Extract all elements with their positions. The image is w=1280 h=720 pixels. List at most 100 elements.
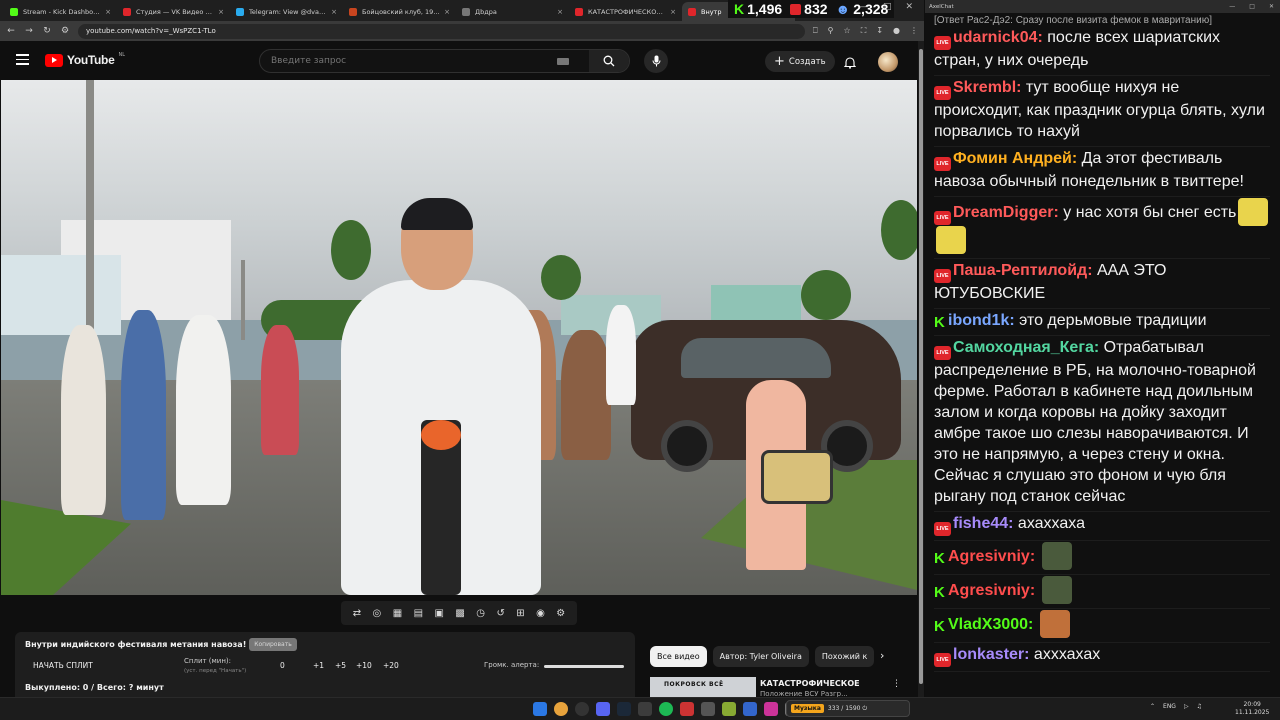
spotify-icon[interactable] [659,702,673,716]
chevron-right-icon[interactable]: › [880,649,884,662]
keyboard-icon[interactable] [557,57,569,65]
chat-message[interactable]: K VladX3000: [934,609,1270,643]
chat-username[interactable]: Самоходная_Кега: [953,339,1099,356]
browser-tab[interactable]: Telegram: View @dvachannel × [230,2,343,21]
tab-close-icon[interactable]: × [218,8,224,16]
video-player[interactable] [1,80,917,595]
search-button[interactable] [589,50,629,72]
chat-message[interactable]: LIVE Фомин Андрей: Да этот фестиваль наво… [934,147,1270,197]
account-avatar[interactable] [878,52,898,72]
zoom-icon[interactable]: ⚲ [828,26,834,36]
extensions-icon[interactable]: ⛶ [861,26,867,36]
extension-icon[interactable]: ⚙ [60,26,70,36]
increment-button[interactable]: +5 [335,661,346,670]
app-icon[interactable] [764,702,778,716]
create-button[interactable]: + Создать [765,51,835,72]
alert-volume-slider[interactable] [544,665,624,668]
speed-icon[interactable]: ◷ [476,608,485,619]
app-icon[interactable] [743,702,757,716]
chat-message[interactable]: K Agresivniy: [934,541,1270,575]
tab-close-icon[interactable]: × [444,8,450,16]
obs-icon[interactable] [575,702,589,716]
chat-message[interactable]: LIVE fishe44: ахаххаха [934,512,1270,541]
tab-close-icon[interactable]: × [105,8,111,16]
app-icon[interactable] [680,702,694,716]
add-frame-icon[interactable]: ⊞ [516,608,524,619]
chip-author[interactable]: Автор: Tyler Oliveira [712,645,809,667]
tab-close-icon[interactable]: × [331,8,337,16]
maximize-icon[interactable]: □ [883,2,892,12]
start-split-button[interactable]: НАЧАТЬ СПЛИТ [33,661,93,670]
chrome-icon[interactable] [554,702,568,716]
screenshot-camera-icon[interactable]: ◉ [536,608,545,619]
chevron-up-icon[interactable]: ⌃ [1150,703,1155,710]
picture-in-picture-icon[interactable]: ▣ [435,608,444,619]
menu-icon[interactable]: ⋮ [910,26,918,36]
recommended-thumbnail[interactable]: ПОКРОВСК ВСЁ [650,677,756,697]
close-icon[interactable]: ✕ [906,2,914,12]
youtube-logo[interactable]: YouTube NL [45,52,125,67]
chat-message[interactable]: LIVE lonkaster: ахххахах [934,643,1270,672]
download-icon[interactable]: ↧ [876,26,883,36]
maximize-icon[interactable]: □ [1249,3,1255,10]
chat-username[interactable]: Agresivniy: [948,582,1035,599]
chip-similar[interactable]: Похожий к [814,645,875,667]
copy-button[interactable]: Копировать [249,638,297,651]
app-icon[interactable] [701,702,715,716]
volume-icon[interactable]: ♫ [1197,703,1202,710]
chat-message[interactable]: LIVE DreamDigger: у нас хотя бы снег есть [934,197,1270,259]
chat-username[interactable]: ibond1k: [948,312,1015,329]
start-icon[interactable] [533,702,547,716]
increment-button[interactable]: +10 [356,661,372,670]
chat-message[interactable]: Kibond1k: это дерьмовые традиции [934,309,1270,336]
bookmark-star-icon[interactable]: ☆ [844,26,851,36]
chat-username[interactable]: fishe44: [953,515,1013,532]
layout-icon[interactable]: ▩ [455,608,464,619]
notifications-bell-icon[interactable] [843,54,857,73]
broadcast-icon[interactable]: ◎ [373,608,382,619]
browser-tab[interactable]: КАТАСТРОФИЧЕСКОЕ Пора × [569,2,682,21]
files-icon[interactable] [638,702,652,716]
profile-icon[interactable]: ● [893,26,900,36]
tab-close-icon[interactable]: × [557,8,563,16]
browser-tab[interactable]: Дbдра × [456,2,569,21]
minimize-icon[interactable]: — [1229,3,1235,10]
forward-icon[interactable]: → [24,26,34,36]
install-icon[interactable]: ⎕ [813,26,818,36]
network-icon[interactable]: ▷ [1184,703,1189,710]
more-options-icon[interactable]: ⋮ [892,679,901,689]
minimize-icon[interactable]: — [860,2,869,12]
discord-icon[interactable] [596,702,610,716]
chat-username[interactable]: lonkaster: [953,646,1029,663]
browser-tab[interactable]: Stream - Kick Dashboard × [4,2,117,21]
rotate-icon[interactable]: ↺ [496,608,504,619]
search-input[interactable] [260,56,557,66]
music-widget[interactable]: Музыка 333 / 1590 ⏻ [786,700,910,717]
page-scrollbar[interactable] [918,41,924,697]
recommended-video[interactable]: ПОКРОВСК ВСЁ КАТАСТРОФИЧЕСКОЕ Положение … [650,677,916,698]
chat-username[interactable]: DreamDigger: [953,204,1059,221]
steam-icon[interactable] [617,702,631,716]
chat-message[interactable]: K Agresivniy: [934,575,1270,609]
chat-message[interactable]: LIVE Самоходная_Кега: Отрабатывал распред… [934,336,1270,512]
chat-message[interactable]: [Ответ Рас2-Дэ2: Сразу после визита фемо… [934,13,1270,76]
back-icon[interactable]: ← [6,26,16,36]
chat-message[interactable]: LIVE Skrembl: тут вообще нихуя не происхо… [934,76,1270,147]
film-icon[interactable]: ▤ [414,608,423,619]
voice-search-button[interactable] [644,49,668,73]
recommended-title[interactable]: КАТАСТРОФИЧЕСКОЕ [760,679,860,688]
hamburger-menu-icon[interactable] [16,54,29,65]
chip-all-videos[interactable]: Все видео [650,645,707,667]
app-icon[interactable] [722,702,736,716]
increment-button[interactable]: +20 [383,661,399,670]
reload-icon[interactable]: ↻ [42,26,52,36]
tab-close-icon[interactable]: × [670,8,676,16]
subtitles-icon[interactable]: ▦ [393,608,402,619]
chat-username[interactable]: Skrembl: [953,79,1021,96]
increment-button[interactable]: +1 [313,661,324,670]
browser-tab[interactable]: Бойцовский клуб, 1999 — с× [343,2,456,21]
chat-username[interactable]: udarnick04: [953,29,1043,46]
close-icon[interactable]: ✕ [1269,3,1274,10]
browser-tab[interactable]: Студия — VK Видео Live × [117,2,230,21]
chat-username[interactable]: Паша-Рептилойд: [953,262,1093,279]
